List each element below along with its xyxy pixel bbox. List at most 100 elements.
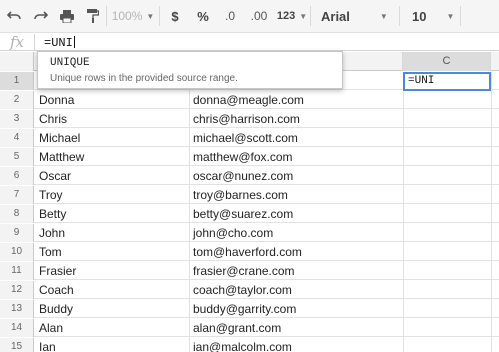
active-cell-c1[interactable]: =UNI [403,72,491,91]
row-number[interactable]: 14 [0,319,34,337]
cell-email[interactable]: frasier@crane.com [189,262,403,280]
cell-email[interactable]: matthew@fox.com [189,148,403,166]
redo-icon [34,11,48,20]
cell-name[interactable]: Matthew [35,148,189,166]
cell-email[interactable]: coach@taylor.com [189,281,403,299]
table-row: 6 Oscar oscar@nunez.com [0,167,499,185]
cell-c[interactable] [403,91,491,109]
cell-c[interactable] [403,110,491,128]
chevron-down-icon: ▼ [299,11,308,21]
row-number[interactable]: 13 [0,300,34,318]
undo-button[interactable] [0,0,28,33]
row-number[interactable]: 1 [0,72,34,90]
cell-name[interactable]: Frasier [35,262,189,280]
cell-name[interactable]: Betty [35,205,189,223]
row-number[interactable]: 11 [0,262,34,280]
increase-decimal-button[interactable]: .00 [244,0,274,33]
cell-email[interactable]: donna@meagle.com [189,91,403,109]
cell-email[interactable]: john@cho.com [189,224,403,242]
cell-c[interactable] [403,300,491,318]
cell-email[interactable]: tom@haverford.com [189,243,403,261]
table-row: 8 Betty betty@suarez.com [0,205,499,223]
cell-name[interactable]: Donna [35,91,189,109]
cell-email[interactable]: buddy@garrity.com [189,300,403,318]
select-all-corner[interactable] [0,52,34,71]
cell-c[interactable] [403,129,491,147]
row-number[interactable]: 6 [0,167,34,185]
cell-name[interactable]: John [35,224,189,242]
currency-format-button[interactable]: $ [160,0,190,33]
cell-email[interactable]: ian@malcolm.com [189,338,403,352]
row-number[interactable]: 5 [0,148,34,166]
print-icon [60,9,74,23]
zoom-select[interactable]: 100% ▼ [107,0,159,33]
table-row: 13 Buddy buddy@garrity.com [0,300,499,318]
table-row: 3 Chris chris@harrison.com [0,110,499,128]
cell-c[interactable] [403,243,491,261]
toolbar-divider [460,6,461,26]
cell-name[interactable]: Chris [35,110,189,128]
row-number[interactable]: 7 [0,186,34,204]
cell-c[interactable] [403,148,491,166]
row-number[interactable]: 3 [0,110,34,128]
paint-roller-icon [87,9,99,23]
table-row: 2 Donna donna@meagle.com [0,91,499,109]
row-number[interactable]: 12 [0,281,34,299]
decrease-decimal-button[interactable]: .0 [216,0,244,33]
print-button[interactable] [54,0,80,33]
suggestion-function-name[interactable]: UNIQUE [50,56,330,70]
redo-button[interactable] [28,0,54,33]
table-row: 10 Tom tom@haverford.com [0,243,499,261]
formula-text: =UNI [44,35,73,50]
row-number[interactable]: 10 [0,243,34,261]
paint-format-button[interactable] [80,0,106,33]
cell-c[interactable] [403,338,491,352]
number-format-label: 123 [276,10,296,22]
text-caret [73,35,75,48]
column-header-c[interactable]: C [403,52,491,71]
row-number[interactable]: 9 [0,224,34,242]
row-number[interactable]: 2 [0,91,34,109]
cell-name[interactable]: Alan [35,319,189,337]
cell-c[interactable] [403,167,491,185]
toolbar: 100% ▼ $ % .0 .00 123 ▼ Arial ▼ 10 ▼ [0,0,499,33]
font-name: Arial [321,8,350,24]
cell-name[interactable]: Oscar [35,167,189,185]
fx-label: fx [9,32,24,51]
cell-name[interactable]: Michael [35,129,189,147]
cell-name[interactable]: Coach [35,281,189,299]
table-row: 4 Michael michael@scott.com [0,129,499,147]
column-header-d[interactable] [491,52,499,71]
row-number[interactable]: 8 [0,205,34,223]
cell-name[interactable]: Troy [35,186,189,204]
table-row: 14 Alan alan@grant.com [0,319,499,337]
cell-c[interactable] [403,262,491,280]
cell-name[interactable]: Buddy [35,300,189,318]
number-format-select[interactable]: 123 ▼ [274,0,310,33]
row-number[interactable]: 15 [0,338,34,352]
cell-name[interactable]: Tom [35,243,189,261]
table-row: 15 Ian ian@malcolm.com [0,338,499,352]
formula-autocomplete-popup[interactable]: UNIQUE Unique rows in the provided sourc… [37,51,343,89]
formula-bar-divider [34,33,35,50]
cell-c[interactable] [403,224,491,242]
cell-c[interactable] [403,281,491,299]
cell-c[interactable] [403,205,491,223]
font-size-select[interactable]: 10 ▼ [400,0,460,33]
row-number[interactable]: 4 [0,129,34,147]
chevron-down-icon: ▼ [146,11,155,21]
formula-bar: fx =UNI [0,33,499,51]
cell-c[interactable] [403,319,491,337]
cell-email[interactable]: oscar@nunez.com [189,167,403,185]
table-row: 12 Coach coach@taylor.com [0,281,499,299]
cell-email[interactable]: alan@grant.com [189,319,403,337]
cell-email[interactable]: troy@barnes.com [189,186,403,204]
cell-name[interactable]: Ian [35,338,189,352]
cell-email[interactable]: betty@suarez.com [189,205,403,223]
font-select[interactable]: Arial ▼ [311,0,399,33]
cell-email[interactable]: michael@scott.com [189,129,403,147]
percent-format-button[interactable]: % [190,0,216,33]
formula-input[interactable]: =UNI [44,34,75,50]
cell-c[interactable] [403,186,491,204]
cell-email[interactable]: chris@harrison.com [189,110,403,128]
